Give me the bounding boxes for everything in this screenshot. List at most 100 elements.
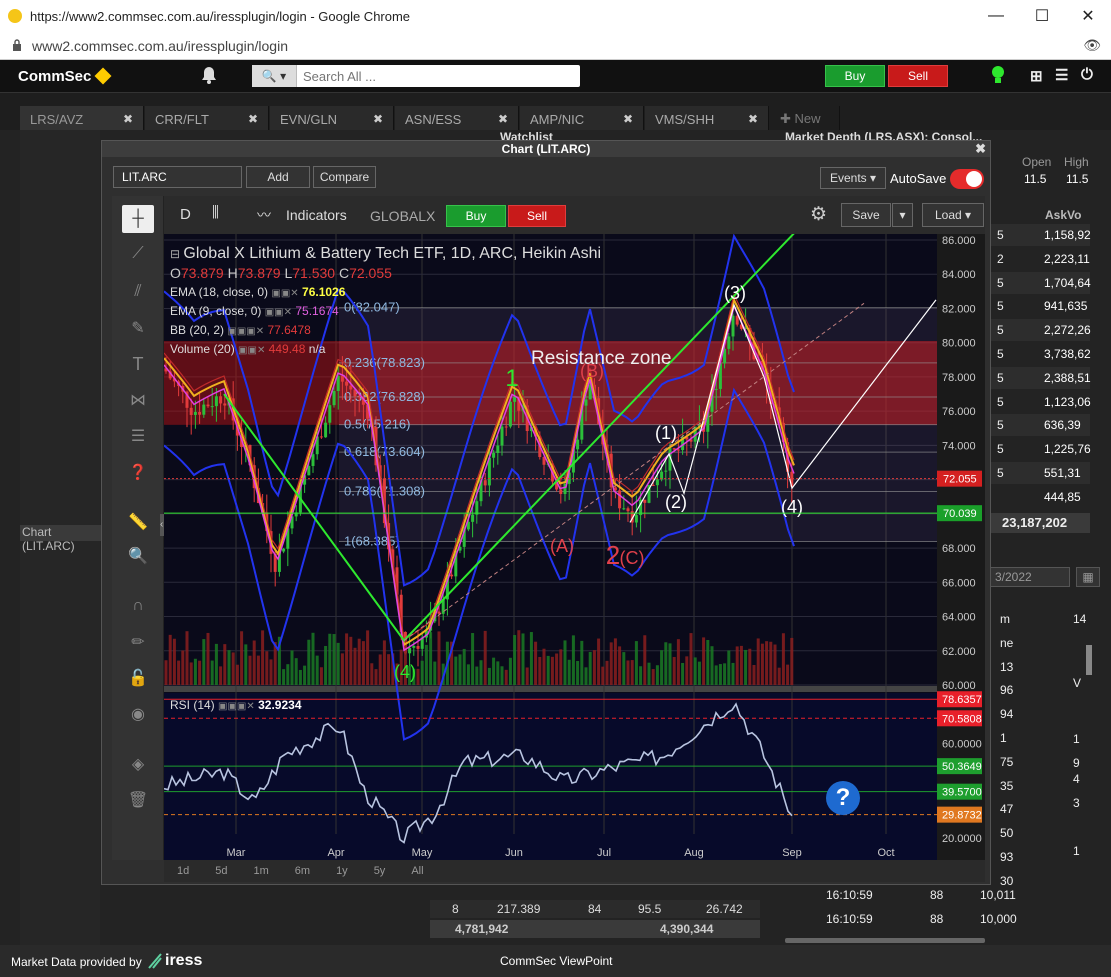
load-dropdown[interactable]: Load ▾: [922, 203, 984, 227]
address-url[interactable]: www2.commsec.com.au/iressplugin/login: [32, 38, 288, 54]
chart-side-tab[interactable]: Chart (LIT.ARC): [20, 525, 104, 553]
logo-diamond-icon: [94, 67, 112, 85]
add-button[interactable]: Add: [246, 166, 310, 188]
help-circle-icon[interactable]: ❓: [122, 458, 154, 486]
symbol-input[interactable]: LIT.ARC: [113, 166, 242, 188]
menu-icon[interactable]: ☰: [1055, 66, 1068, 84]
range-all[interactable]: All: [411, 865, 423, 877]
horizontal-scrollbar[interactable]: [785, 938, 985, 943]
range-1m[interactable]: 1m: [254, 865, 269, 877]
autosave-toggle[interactable]: [950, 169, 984, 189]
pattern-tool-icon[interactable]: ⋈: [122, 386, 154, 414]
chart-window-title-bar[interactable]: Chart (LIT.ARC) ✖: [102, 141, 990, 157]
volume-bar: [777, 667, 781, 685]
candle-body: [357, 396, 361, 398]
depth-row: 5 1,225,76: [990, 438, 1091, 461]
volume-bar: [597, 638, 601, 685]
address-bar[interactable]: www2.commsec.com.au/iressplugin/login 👁: [0, 32, 1111, 60]
brush-tool-icon[interactable]: ✎: [122, 314, 154, 342]
help-icon[interactable]: ?: [826, 781, 860, 815]
range-5d[interactable]: 5d: [215, 865, 227, 877]
close-icon[interactable]: ✖: [123, 112, 133, 126]
y-tick-label: 78.000: [942, 372, 976, 384]
tab-amp-nic[interactable]: AMP/NIC ✖: [520, 106, 644, 132]
trades-cell: 96: [1000, 683, 1014, 698]
plus-square-icon[interactable]: ⊞: [1030, 67, 1043, 85]
volume-bar: [202, 639, 206, 685]
close-window-button[interactable]: ✕: [1065, 0, 1111, 32]
bell-icon[interactable]: [201, 66, 217, 84]
chart-sell-button[interactable]: Sell: [508, 205, 566, 227]
rsi-tick-label: 70.5808: [942, 713, 982, 725]
trash-icon[interactable]: 🗑: [122, 786, 154, 814]
fibonacci-tool-icon[interactable]: ☰: [122, 422, 154, 450]
y-tick-label: 60.000: [942, 680, 976, 692]
save-dropdown-button[interactable]: ▾: [892, 203, 913, 227]
text-tool-icon[interactable]: T: [122, 350, 154, 378]
save-button[interactable]: Save: [841, 203, 891, 227]
volume-bar: [613, 638, 617, 685]
candle-body: [584, 399, 588, 406]
search-input[interactable]: [297, 66, 580, 86]
tab-lrs-avz[interactable]: LRS/AVZ ✖: [20, 106, 144, 132]
maximize-button[interactable]: ☐: [1019, 0, 1065, 32]
calendar-icon[interactable]: ▦: [1076, 567, 1100, 587]
fork-tool-icon[interactable]: ⫽: [122, 278, 154, 306]
zoom-in-icon[interactable]: 🔍: [122, 542, 154, 570]
range-1d[interactable]: 1d: [177, 865, 189, 877]
magnet-icon[interactable]: ∩: [122, 592, 154, 620]
tab-vms-shh[interactable]: VMS/SHH ✖: [645, 106, 769, 132]
tab-asn-ess[interactable]: ASN/ESS ✖: [395, 106, 519, 132]
candle-body: [655, 479, 659, 486]
crosshair-tool-icon[interactable]: ┼: [122, 205, 154, 233]
compare-button[interactable]: Compare: [313, 166, 376, 188]
header-buy-button[interactable]: Buy: [825, 65, 885, 87]
collapse-icon[interactable]: ⊟: [170, 247, 183, 261]
trendline-tool-icon[interactable]: ⟋: [122, 240, 154, 268]
close-icon[interactable]: ✖: [498, 112, 508, 126]
volume-bar: [210, 660, 214, 685]
search-scope-button[interactable]: 🔍 ▾: [252, 65, 297, 87]
range-5y[interactable]: 5y: [374, 865, 386, 877]
x-tick-label: May: [412, 847, 433, 859]
events-dropdown[interactable]: Events ▾: [820, 167, 886, 189]
commsec-logo[interactable]: CommSec: [18, 67, 112, 85]
close-icon[interactable]: ✖: [623, 112, 633, 126]
rsi-value: 32.9234: [258, 698, 302, 712]
close-icon[interactable]: ✖: [748, 112, 758, 126]
tab-evn-gln[interactable]: EVN/GLN ✖: [270, 106, 394, 132]
power-icon[interactable]: ⏻: [1081, 66, 1093, 83]
eye-icon[interactable]: 👁: [1083, 37, 1101, 54]
candle-body: [437, 611, 441, 614]
header-sell-button[interactable]: Sell: [888, 65, 948, 87]
close-icon[interactable]: ✖: [975, 141, 986, 157]
tab-crr-flt[interactable]: CRR/FLT ✖: [145, 106, 269, 132]
depth-row: 5 3,738,62: [990, 343, 1091, 365]
indicators-icon[interactable]: 〰: [257, 205, 271, 225]
gear-icon[interactable]: ⚙: [810, 203, 827, 226]
range-6m[interactable]: 6m: [295, 865, 310, 877]
pencil-lock-icon[interactable]: ✏: [122, 628, 154, 656]
minimize-button[interactable]: —: [973, 0, 1019, 32]
indicators-button[interactable]: Indicators: [286, 207, 347, 223]
close-icon[interactable]: ✖: [373, 112, 383, 126]
unlock-icon[interactable]: 🔓: [122, 664, 154, 692]
range-1y[interactable]: 1y: [336, 865, 348, 877]
chart-buy-button[interactable]: Buy: [446, 205, 506, 227]
depth-count: 2: [997, 251, 1004, 266]
eye-icon[interactable]: ◉: [122, 700, 154, 728]
candle-type-icon[interactable]: ⫼: [212, 204, 219, 221]
date-select[interactable]: 3/2022: [990, 567, 1070, 587]
close-icon[interactable]: ✖: [248, 112, 258, 126]
candle-body: [559, 489, 563, 495]
scrollbar-thumb[interactable]: [1086, 645, 1092, 675]
layers-icon[interactable]: ◈: [122, 750, 154, 778]
volume-bar: [786, 664, 790, 685]
ruler-tool-icon[interactable]: 📏: [122, 508, 154, 536]
volume-bar: [664, 642, 668, 685]
volume-bar: [697, 661, 701, 685]
interval-button[interactable]: D: [180, 206, 191, 223]
lightbulb-icon[interactable]: [990, 65, 1006, 85]
bottom-total-a: 4,781,942: [455, 922, 509, 936]
new-tab-button[interactable]: ✚ New: [770, 106, 840, 132]
